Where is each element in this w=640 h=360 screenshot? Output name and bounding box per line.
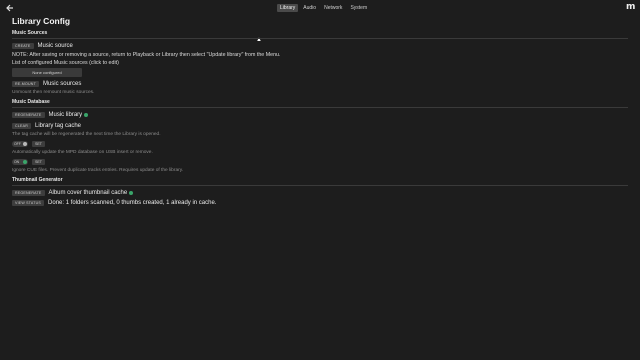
tab-audio[interactable]: Audio <box>300 4 319 12</box>
source-list-item[interactable]: None configured <box>12 68 82 77</box>
tab-network[interactable]: Network <box>321 4 345 12</box>
status-ok-icon <box>129 191 134 195</box>
thumbnail-status-text: Done: 1 folders scanned, 0 thumbs create… <box>48 200 217 206</box>
section-heading-music-database: Music Database <box>12 99 628 108</box>
main-content: Library Config Music Sources CREATE Musi… <box>12 15 628 208</box>
clear-cache-help: The tag cache will be regenerated the ne… <box>12 132 161 137</box>
back-arrow-icon[interactable] <box>5 3 15 13</box>
remount-label: Music sources <box>42 81 82 87</box>
toggle-state-label: OFF <box>14 142 21 146</box>
create-source-label: Music source <box>37 43 73 49</box>
tab-library[interactable]: Library <box>277 4 299 12</box>
remount-button[interactable]: RE-MOUNT <box>12 81 39 87</box>
regenerate-thumbs-button[interactable]: REGENERATE <box>12 190 45 196</box>
section-heading-music-sources: Music Sources <box>12 30 628 39</box>
tab-system[interactable]: System <box>347 4 370 12</box>
page-title: Library Config <box>12 16 71 26</box>
create-source-button[interactable]: CREATE <box>12 43 34 49</box>
source-note: NOTE: After saving or removing a source,… <box>12 52 281 58</box>
auto-update-toggle[interactable]: OFF <box>12 141 28 147</box>
auto-update-set-button[interactable]: SET <box>32 141 45 147</box>
status-ok-icon <box>84 113 89 117</box>
toggle-knob <box>23 142 27 146</box>
source-list-label: List of configured Music sources (click … <box>12 60 119 66</box>
view-status-button[interactable]: VIEW STATUS <box>12 200 45 206</box>
toggle-knob <box>23 160 27 164</box>
ignore-cue-help: Ignore CUE files. Prevent duplicate trac… <box>12 168 184 173</box>
top-bar: Library Audio Network System m <box>0 0 640 16</box>
clear-cache-label: Library tag cache <box>34 123 82 129</box>
moode-logo-icon[interactable]: m <box>626 3 635 12</box>
ignore-cue-set-button[interactable]: SET <box>32 159 45 165</box>
regenerate-thumbs-label: Album cover thumbnail cache <box>48 190 128 196</box>
ignore-cue-toggle[interactable]: ON <box>12 159 28 165</box>
regenerate-library-label: Music library <box>48 112 83 118</box>
toggle-state-label: ON <box>14 160 20 164</box>
auto-update-help: Automatically update the MPD database on… <box>12 150 153 155</box>
remount-help: Unmount then remount music sources. <box>12 90 95 95</box>
config-tabs: Library Audio Network System <box>277 4 370 12</box>
clear-cache-button[interactable]: CLEAR <box>12 123 31 129</box>
section-heading-thumbnail-generator: Thumbnail Generator <box>12 177 628 186</box>
regenerate-library-button[interactable]: REGENERATE <box>12 112 45 118</box>
